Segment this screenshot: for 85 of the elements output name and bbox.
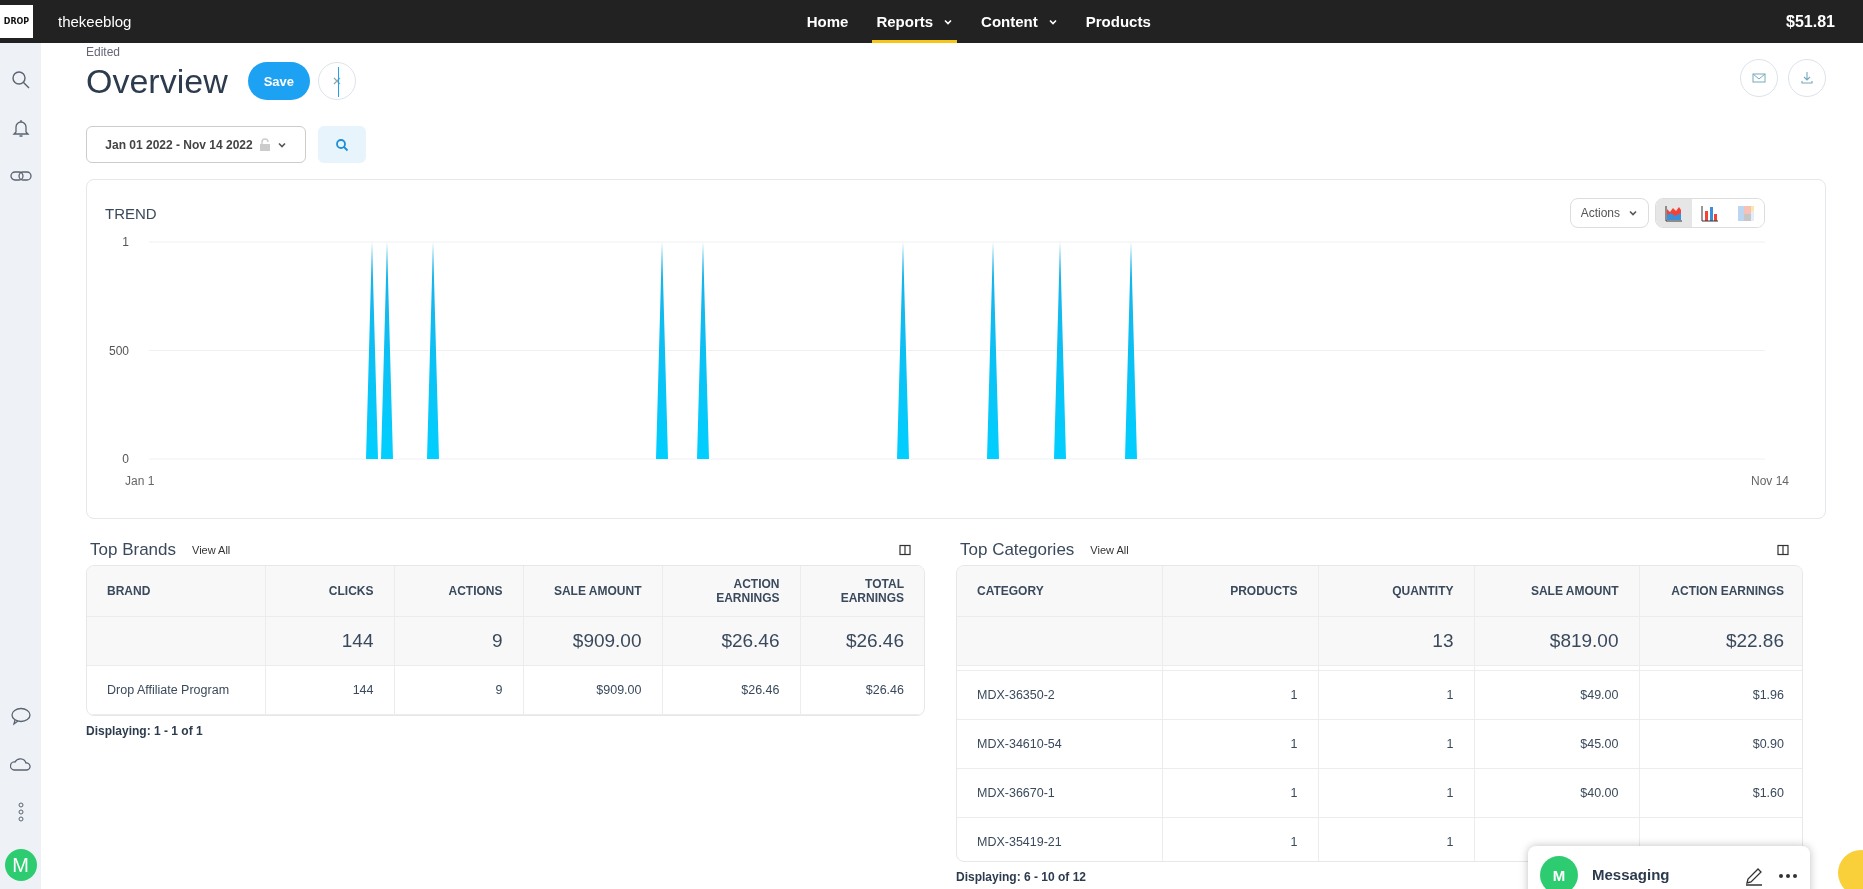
column-header[interactable]: ACTION EARNINGS xyxy=(662,566,800,617)
column-header[interactable]: SALE AMOUNT xyxy=(523,566,662,617)
table-cell: MDX-34610-54 xyxy=(957,719,1162,769)
balance: $51.81 xyxy=(1786,12,1835,31)
total-cell: $22.86 xyxy=(1639,616,1802,666)
table-cell: MDX-35419-21 xyxy=(957,817,1162,861)
table-cell: MDX-36670-1 xyxy=(957,768,1162,818)
table-cell: $45.00 xyxy=(1474,719,1639,769)
table-cell: 1 xyxy=(1162,670,1318,720)
axis-label: 0 xyxy=(122,451,129,467)
chart-title: TREND xyxy=(105,204,158,222)
pencil-icon[interactable] xyxy=(1744,866,1764,886)
column-header[interactable]: PRODUCTS xyxy=(1162,566,1318,617)
search-button[interactable] xyxy=(318,126,366,163)
column-header[interactable]: CLICKS xyxy=(265,566,394,617)
columns-icon[interactable] xyxy=(1777,544,1789,556)
total-cell: $909.00 xyxy=(523,616,662,666)
page-title: Overview xyxy=(86,61,228,102)
table-cell: Drop Affiliate Program xyxy=(87,665,265,715)
treemap-icon xyxy=(1737,204,1755,222)
view-all-link[interactable]: View All xyxy=(1090,544,1129,556)
nav-link[interactable]: Products xyxy=(1081,0,1155,43)
column-header[interactable]: SALE AMOUNT xyxy=(1474,566,1639,617)
chart-type-toggle[interactable] xyxy=(1655,198,1765,228)
site-name[interactable]: thekeeblog xyxy=(58,13,132,30)
axis-label: Nov 14 xyxy=(1750,474,1789,488)
table-cell: 1 xyxy=(1318,719,1474,769)
table-cell: 1 xyxy=(1318,768,1474,818)
pagination-info: Displaying: 6 - 10 of 12 xyxy=(956,870,1087,884)
status-label: Edited xyxy=(86,45,122,59)
user-avatar: M xyxy=(1540,856,1578,889)
padlock-icon xyxy=(258,137,271,152)
cancel-button[interactable] xyxy=(318,62,357,100)
chat-bubble-icon[interactable] xyxy=(9,705,32,727)
actions-dropdown[interactable]: Actions xyxy=(1569,198,1649,228)
chart-type-button[interactable] xyxy=(1656,199,1692,227)
table-cell: $49.00 xyxy=(1474,670,1639,720)
download-icon xyxy=(1799,70,1815,86)
search-icon xyxy=(335,137,349,152)
date-range-dropdown[interactable]: Jan 01 2022 - Nov 14 2022 xyxy=(86,126,306,163)
total-cell: $819.00 xyxy=(1474,616,1639,666)
table-cell: $26.46 xyxy=(800,665,924,715)
column-header[interactable]: BRAND xyxy=(87,566,265,617)
nav-link[interactable]: Reports xyxy=(872,0,958,43)
total-cell: 13 xyxy=(1318,616,1474,666)
table-cell: 1 xyxy=(1318,670,1474,720)
logo[interactable]: DROP xyxy=(0,5,33,38)
table-cell: 1 xyxy=(1318,817,1474,861)
column-header[interactable]: TOTAL EARNINGS xyxy=(800,566,924,617)
table-cell: 9 xyxy=(394,665,523,715)
columns-icon[interactable] xyxy=(899,544,911,556)
table-cell: 1 xyxy=(1162,817,1318,861)
column-header[interactable]: ACTION EARNINGS xyxy=(1639,566,1802,617)
axis-label: Jan 1 xyxy=(125,474,155,488)
view-all-link[interactable]: View All xyxy=(192,544,231,556)
table-cell: $1.60 xyxy=(1639,768,1802,818)
table-title: Top Brands xyxy=(90,540,176,560)
email-icon xyxy=(1751,70,1767,86)
search-icon[interactable] xyxy=(9,69,32,91)
messaging-title[interactable]: Messaging xyxy=(1592,856,1730,889)
axis-label: 1 xyxy=(122,234,129,250)
total-cell: $26.46 xyxy=(800,616,924,666)
table-cell: $26.46 xyxy=(662,665,800,715)
nav-link[interactable]: Home xyxy=(802,0,853,43)
chevron-down-icon xyxy=(1628,208,1638,218)
area-chart-icon xyxy=(1665,204,1683,222)
table-cell: MDX-36350-2 xyxy=(957,670,1162,720)
column-header[interactable]: ACTIONS xyxy=(394,566,523,617)
table-cell: $909.00 xyxy=(523,665,662,715)
nav-link[interactable]: Content xyxy=(977,0,1062,43)
table-cell: 1 xyxy=(1162,719,1318,769)
column-header[interactable]: QUANTITY xyxy=(1318,566,1474,617)
total-cell: 144 xyxy=(265,616,394,666)
table-title: Top Categories xyxy=(960,540,1075,560)
total-cell: 9 xyxy=(394,616,523,666)
axis-label: 500 xyxy=(108,342,129,359)
table-cell: $1.96 xyxy=(1639,670,1802,720)
table-cell: $40.00 xyxy=(1474,768,1639,818)
column-header[interactable]: CATEGORY xyxy=(957,566,1162,617)
table-cell: $0.90 xyxy=(1639,719,1802,769)
table-cell: 1 xyxy=(1162,768,1318,818)
bar-chart-icon xyxy=(1701,204,1719,222)
table-cell: 144 xyxy=(265,665,394,715)
total-cell: $26.46 xyxy=(662,616,800,666)
pagination-info: Displaying: 1 - 1 of 1 xyxy=(86,724,203,738)
